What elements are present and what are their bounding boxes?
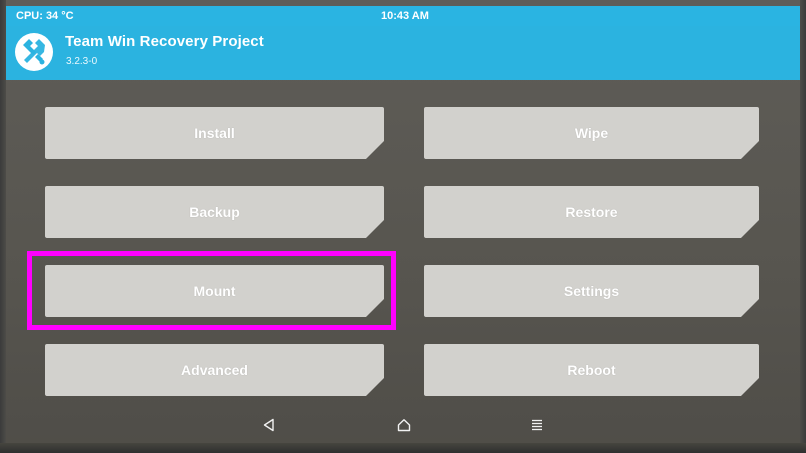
restore-button-label: Restore (565, 204, 618, 220)
twrp-screen: CPU: 34 °C 10:43 AM Team Win Recovery Pr… (0, 0, 806, 453)
mount-button-label: Mount (193, 283, 236, 299)
settings-button[interactable]: Settings (424, 265, 759, 317)
back-triangle-icon[interactable] (257, 414, 281, 436)
twrp-logo-icon (15, 33, 53, 71)
device-bezel-bottom (0, 443, 806, 453)
clock: 10:43 AM (381, 10, 429, 22)
app-header: Team Win Recovery Project 3.2.3-0 (6, 26, 800, 80)
wipe-button[interactable]: Wipe (424, 107, 759, 159)
mount-button[interactable]: Mount (45, 265, 384, 317)
navigation-bar (6, 406, 800, 442)
backup-button-label: Backup (189, 204, 240, 220)
backup-button[interactable]: Backup (45, 186, 384, 238)
wipe-button-label: Wipe (574, 125, 609, 141)
home-icon[interactable] (392, 414, 416, 436)
status-bar: CPU: 34 °C 10:43 AM (6, 6, 800, 26)
reboot-button-label: Reboot (567, 362, 616, 378)
advanced-button-label: Advanced (181, 362, 248, 378)
advanced-button[interactable]: Advanced (45, 344, 384, 396)
install-button-label: Install (194, 125, 235, 141)
settings-button-label: Settings (563, 283, 620, 299)
reboot-button[interactable]: Reboot (424, 344, 759, 396)
app-version: 3.2.3-0 (66, 56, 98, 67)
app-title: Team Win Recovery Project (65, 33, 264, 50)
device-bezel-right (800, 0, 806, 453)
cpu-temperature: CPU: 34 °C (16, 10, 74, 22)
menu-lines-icon[interactable] (525, 414, 549, 436)
install-button[interactable]: Install (45, 107, 384, 159)
restore-button[interactable]: Restore (424, 186, 759, 238)
